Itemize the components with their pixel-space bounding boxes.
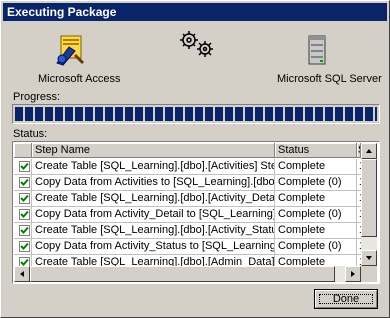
- progress-label: Progress:: [13, 91, 61, 103]
- table-row[interactable]: Copy Data from Activity_Detail to [SQL_L…: [14, 207, 362, 223]
- row-check-cell: [14, 175, 32, 190]
- column-header-status[interactable]: Status: [275, 143, 357, 158]
- step-name-cell: Copy Data from Activity_Status to [SQL_L…: [32, 239, 275, 254]
- gears-icon: [177, 29, 217, 62]
- window-title: Executing Package: [7, 5, 117, 19]
- column-header-check[interactable]: [14, 143, 32, 158]
- row-check-cell: [14, 159, 32, 174]
- checkbox[interactable]: [19, 161, 30, 172]
- row-check-cell: [14, 239, 32, 254]
- database-server-icon: [306, 33, 328, 70]
- checkbox[interactable]: [19, 225, 30, 236]
- scroll-up-button[interactable]: [361, 143, 377, 159]
- table-row[interactable]: Copy Data from Activities to [SQL_Learni…: [14, 175, 362, 191]
- column-header-step-name[interactable]: Step Name: [32, 143, 275, 158]
- title-bar[interactable]: Executing Package: [3, 3, 387, 21]
- executing-package-dialog: Executing Package Microsoft Access Micro…: [0, 0, 390, 318]
- horizontal-scrollbar[interactable]: [14, 266, 361, 282]
- checkbox[interactable]: [19, 241, 30, 252]
- horizontal-scroll-thumb[interactable]: [30, 266, 335, 282]
- status-cell: Complete (0): [275, 239, 357, 254]
- scroll-left-button[interactable]: [14, 266, 30, 282]
- scrollbar-corner: [361, 266, 377, 282]
- table-row[interactable]: Copy Data from Activity_Status to [SQL_L…: [14, 239, 362, 255]
- vertical-scroll-thumb[interactable]: [361, 159, 377, 237]
- destination-label: Microsoft SQL Server: [277, 73, 382, 85]
- progress-bar: [12, 104, 380, 124]
- status-cell: Complete: [275, 191, 357, 206]
- step-name-cell: Copy Data from Activities to [SQL_Learni…: [32, 175, 275, 190]
- row-check-cell: [14, 207, 32, 222]
- progress-fill: [15, 107, 377, 121]
- table-row[interactable]: Create Table [SQL_Learning].[dbo].[Activ…: [14, 191, 362, 207]
- row-check-cell: [14, 223, 32, 238]
- status-cell: Complete: [275, 223, 357, 238]
- scroll-right-button[interactable]: [345, 266, 361, 282]
- status-label: Status:: [13, 128, 48, 140]
- table-row[interactable]: Create Table [SQL_Learning].[dbo].[Activ…: [14, 223, 362, 239]
- vertical-scrollbar[interactable]: [361, 143, 377, 266]
- table-row[interactable]: Create Table [SQL_Learning].[dbo].[Activ…: [14, 159, 362, 175]
- checkbox[interactable]: [19, 209, 30, 220]
- checkbox[interactable]: [19, 193, 30, 204]
- step-name-cell: Copy Data from Activity_Detail to [SQL_L…: [32, 207, 275, 222]
- done-button[interactable]: Done: [314, 289, 378, 309]
- step-name-cell: Create Table [SQL_Learning].[dbo].[Activ…: [32, 223, 275, 238]
- access-icon: [53, 33, 87, 70]
- step-name-cell: Create Table [SQL_Learning].[dbo].[Activ…: [32, 159, 275, 174]
- step-name-cell: Create Table [SQL_Learning].[dbo].[Activ…: [32, 191, 275, 206]
- status-cell: Complete (0): [275, 175, 357, 190]
- row-check-cell: [14, 191, 32, 206]
- status-cell: Complete: [275, 159, 357, 174]
- checkbox[interactable]: [19, 177, 30, 188]
- status-grid[interactable]: Step Name Status S Create Table [SQL_Lea…: [12, 141, 380, 284]
- source-label: Microsoft Access: [38, 73, 121, 85]
- status-cell: Complete (0): [275, 207, 357, 222]
- scroll-down-button[interactable]: [361, 250, 377, 266]
